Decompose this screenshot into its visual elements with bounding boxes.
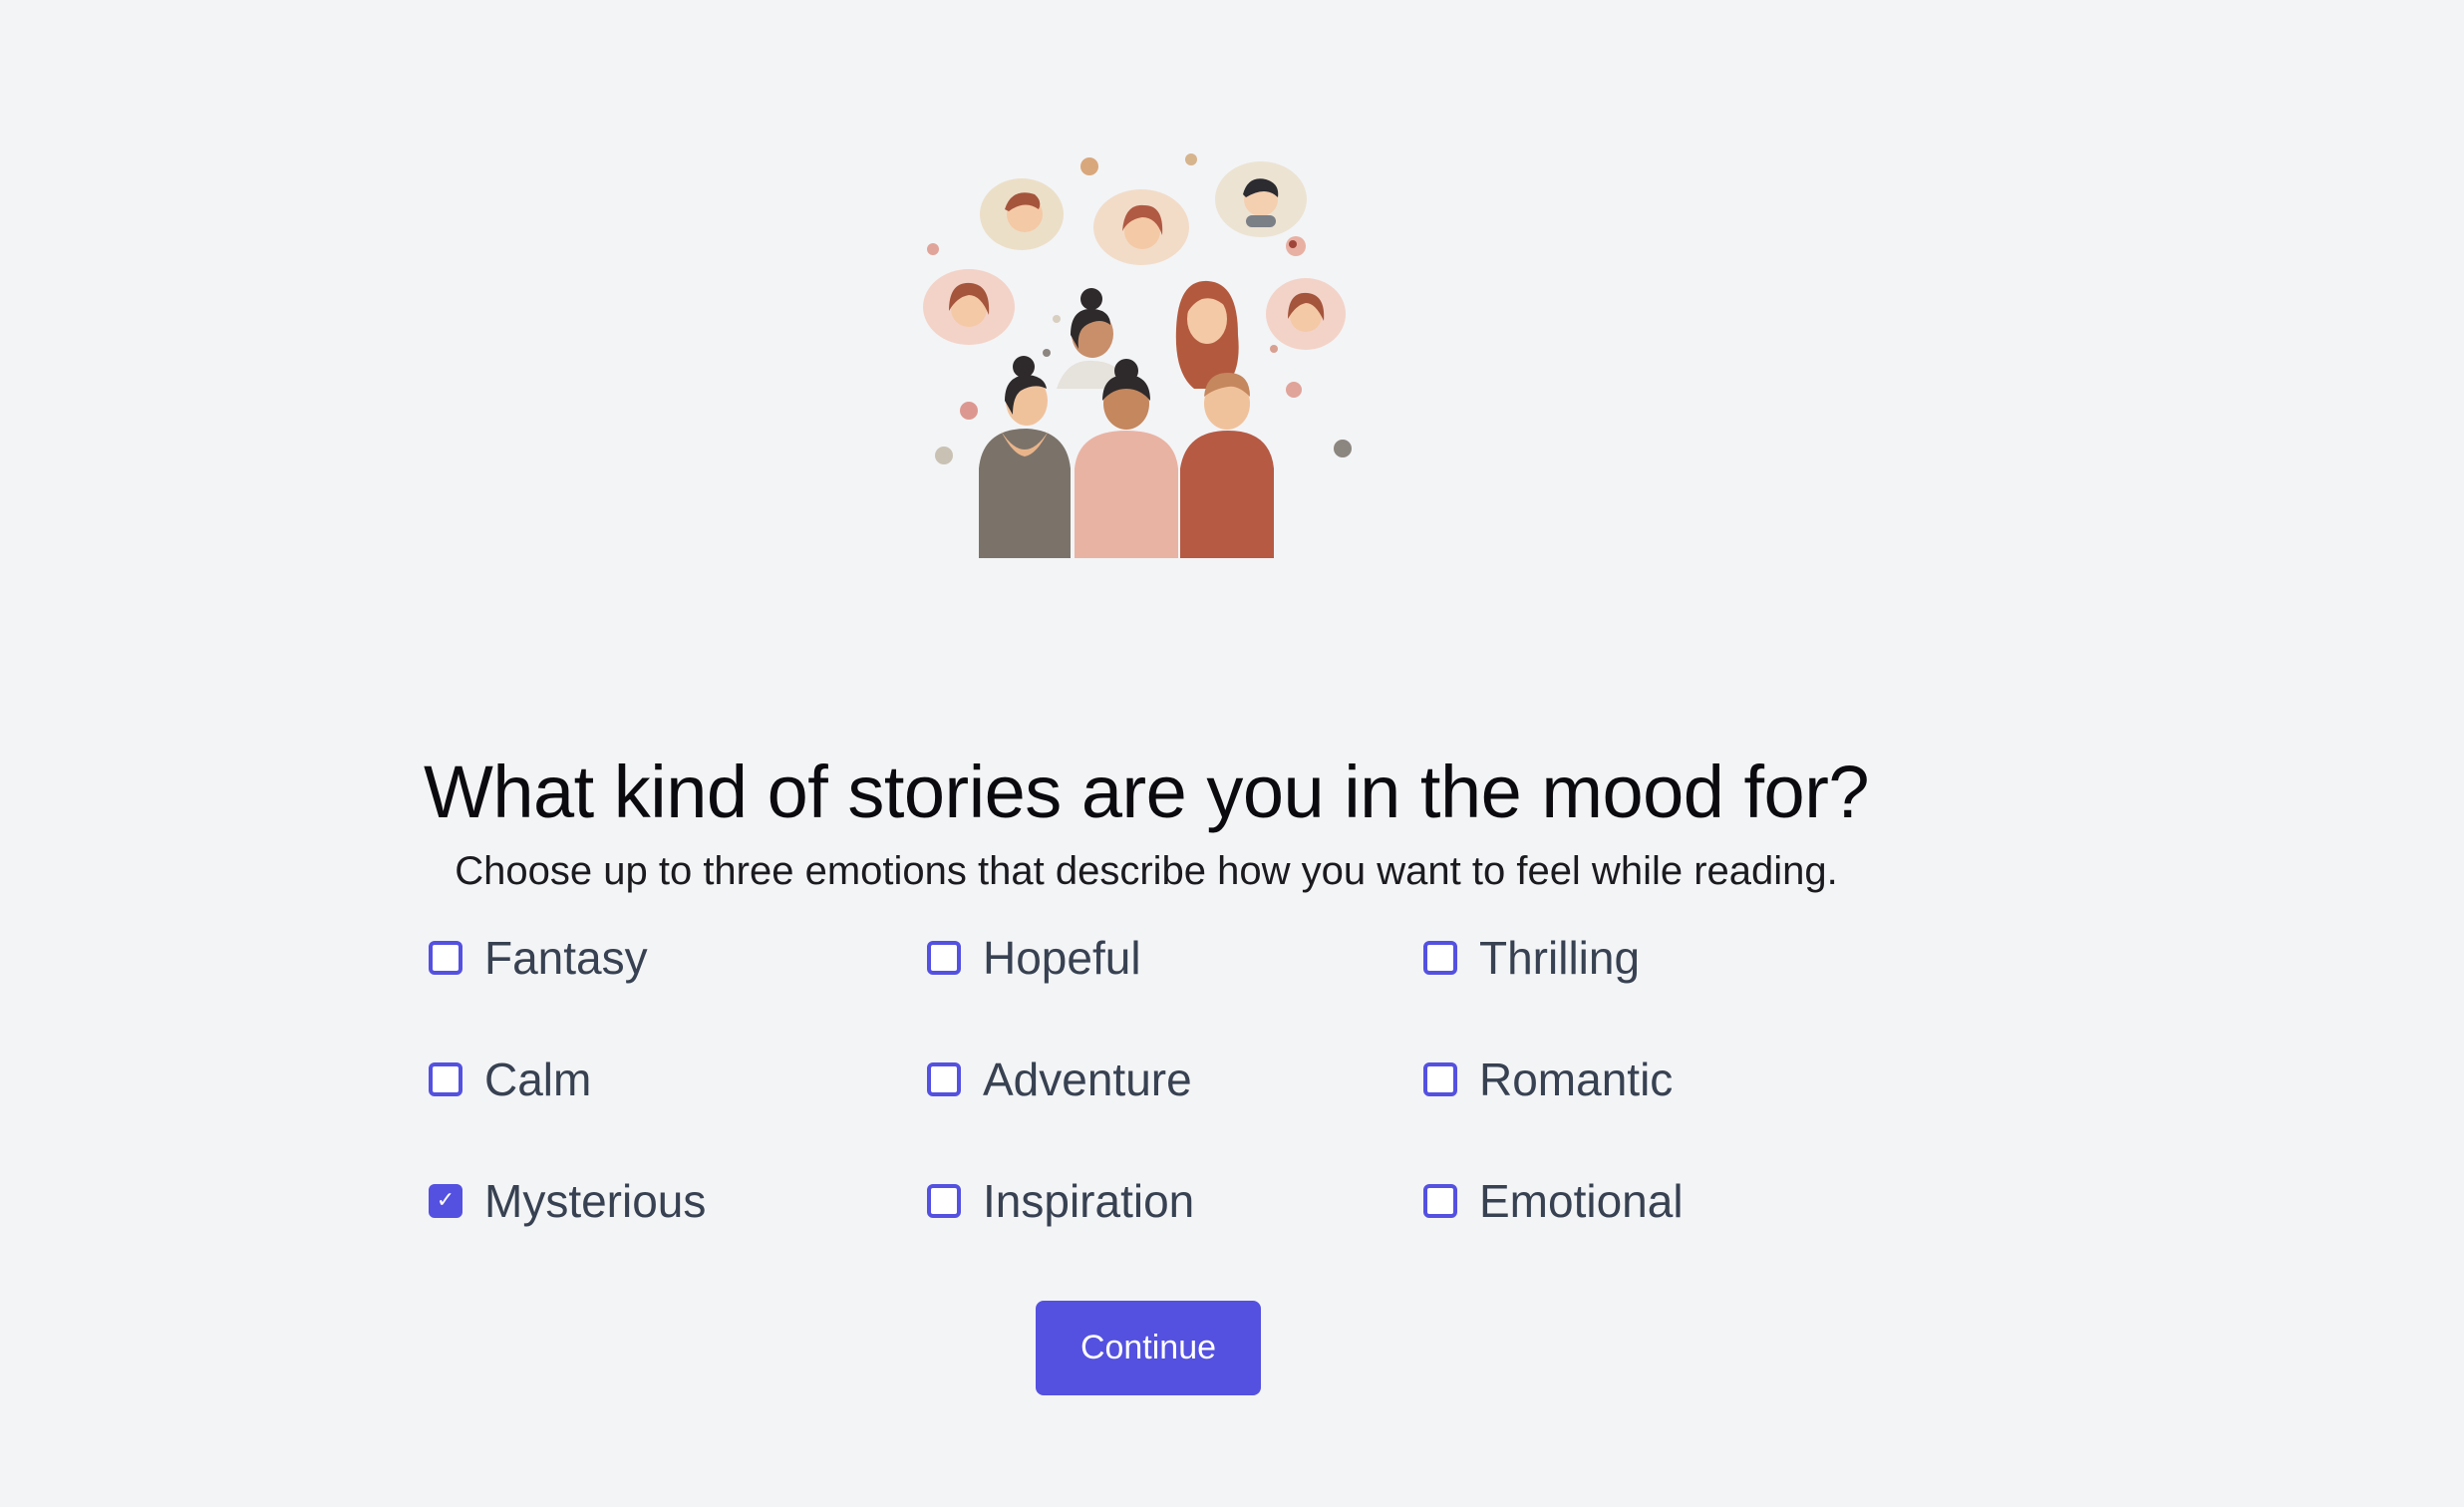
checkbox-inspiration[interactable]	[927, 1184, 961, 1218]
option-label: Inspiration	[983, 1175, 1195, 1227]
option-label: Thrilling	[1479, 932, 1641, 984]
continue-button[interactable]: Continue	[1036, 1301, 1261, 1395]
option-label: Romantic	[1479, 1054, 1674, 1105]
checkbox-mysterious[interactable]: ✓	[429, 1184, 462, 1218]
option-adventure[interactable]: Adventure	[927, 1044, 1192, 1115]
checkbox-emotional[interactable]	[1423, 1184, 1457, 1218]
option-thrilling[interactable]: Thrilling	[1423, 922, 1640, 994]
option-label: Mysterious	[484, 1175, 707, 1227]
checkbox-adventure[interactable]	[927, 1062, 961, 1096]
checkmark-icon: ✓	[436, 1188, 456, 1213]
option-label: Calm	[484, 1054, 592, 1105]
people-thinking-illustration	[917, 140, 1376, 598]
option-romantic[interactable]: Romantic	[1423, 1044, 1673, 1115]
option-label: Adventure	[983, 1054, 1192, 1105]
page-subtitle: Choose up to three emotions that describ…	[455, 849, 1838, 893]
option-hopeful[interactable]: Hopeful	[927, 922, 1141, 994]
option-emotional[interactable]: Emotional	[1423, 1165, 1684, 1237]
page-title: What kind of stories are you in the mood…	[423, 750, 1870, 833]
checkbox-thrilling[interactable]	[1423, 941, 1457, 975]
option-fantasy[interactable]: Fantasy	[429, 922, 648, 994]
checkbox-calm[interactable]	[429, 1062, 462, 1096]
mood-selection-page: What kind of stories are you in the mood…	[0, 0, 2464, 1507]
checkbox-romantic[interactable]	[1423, 1062, 1457, 1096]
option-label: Emotional	[1479, 1175, 1684, 1227]
option-label: Fantasy	[484, 932, 648, 984]
checkbox-fantasy[interactable]	[429, 941, 462, 975]
option-inspiration[interactable]: Inspiration	[927, 1165, 1194, 1237]
option-label: Hopeful	[983, 932, 1141, 984]
checkbox-hopeful[interactable]	[927, 941, 961, 975]
option-mysterious[interactable]: ✓ Mysterious	[429, 1165, 706, 1237]
option-calm[interactable]: Calm	[429, 1044, 591, 1115]
